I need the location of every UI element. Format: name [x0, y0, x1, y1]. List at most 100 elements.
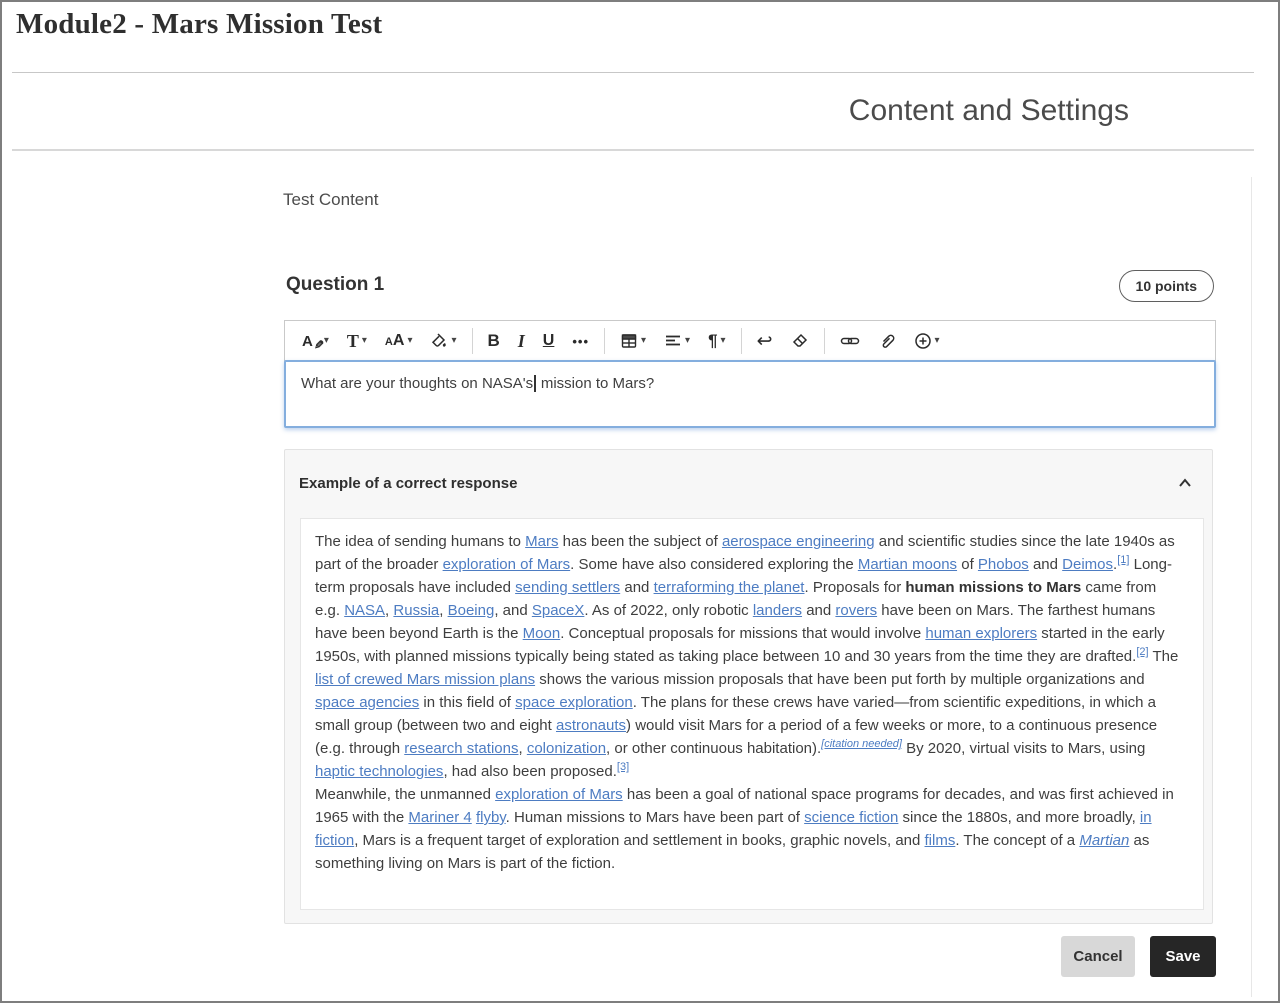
inline-link[interactable]: colonization: [527, 740, 606, 757]
question-title: Question 1: [286, 274, 384, 296]
inline-link[interactable]: exploration of Mars: [495, 786, 623, 803]
points-badge-label: 10 points: [1136, 278, 1197, 294]
inline-link[interactable]: Mars: [525, 533, 558, 550]
undo-icon: ↩: [757, 332, 773, 351]
text-segment: . Proposals for: [804, 579, 905, 596]
inline-link[interactable]: Deimos: [1062, 556, 1113, 573]
inline-link[interactable]: science fiction: [804, 809, 898, 826]
toolbar-separator: [472, 328, 473, 354]
inline-link[interactable]: [1]: [1117, 554, 1129, 566]
eraser-button[interactable]: [782, 325, 818, 357]
inline-link[interactable]: Mariner 4: [408, 809, 471, 826]
scrollbar-track[interactable]: [1251, 177, 1252, 997]
text-segment: and: [620, 579, 653, 596]
paragraph-icon: ¶: [708, 331, 717, 351]
inline-link[interactable]: aerospace engineering: [722, 533, 875, 550]
alignment-button[interactable]: ▾: [655, 325, 699, 357]
inline-link[interactable]: Martian moons: [858, 556, 957, 573]
text-segment: . The concept of a: [955, 832, 1079, 849]
text-segment: shows the various mission proposals that…: [535, 671, 1145, 688]
points-badge[interactable]: 10 points: [1119, 270, 1214, 302]
text-segment: The: [1149, 648, 1179, 665]
text-segment: , had also been proposed.: [443, 763, 616, 780]
chevron-down-icon: ▾: [324, 336, 329, 346]
chevron-down-icon: ▾: [362, 336, 367, 346]
fill-color-icon: [430, 332, 448, 350]
undo-button[interactable]: ↩: [748, 325, 782, 357]
plus-circle-icon: [914, 332, 932, 350]
text-segment: ,: [439, 602, 447, 619]
inline-link[interactable]: human explorers: [925, 625, 1037, 642]
inline-link[interactable]: list of crewed Mars mission plans: [315, 671, 535, 688]
save-button[interactable]: Save: [1150, 936, 1216, 977]
text-segment: . Conceptual proposals for missions that…: [560, 625, 925, 642]
example-response-panel: Example of a correct response The idea o…: [284, 449, 1213, 924]
inline-link[interactable]: space exploration: [515, 694, 633, 711]
underline-button[interactable]: U: [534, 325, 564, 357]
font-family-button[interactable]: T ▾: [338, 325, 376, 357]
text-segment: , Mars is a frequent target of explorati…: [354, 832, 924, 849]
inline-link[interactable]: [2]: [1136, 646, 1148, 658]
attachment-button[interactable]: [869, 325, 905, 357]
bold-button[interactable]: B: [479, 325, 509, 357]
toolbar-separator: [604, 328, 605, 354]
more-options-button[interactable]: •••: [563, 325, 598, 357]
insert-table-button[interactable]: ▾: [611, 325, 655, 357]
toolbar-separator: [741, 328, 742, 354]
inline-link[interactable]: terraforming the planet: [654, 579, 805, 596]
text-style-icon: A✎: [302, 333, 321, 350]
inline-link[interactable]: Phobos: [978, 556, 1029, 573]
text-segment: of: [957, 556, 978, 573]
fill-color-button[interactable]: ▾: [421, 325, 465, 357]
inline-link[interactable]: flyby: [476, 809, 506, 826]
inline-link[interactable]: astronauts: [556, 717, 626, 734]
text-segment: and: [802, 602, 835, 619]
inline-link[interactable]: films: [925, 832, 956, 849]
text-segment: since the 1880s, and more broadly,: [898, 809, 1140, 826]
inline-link[interactable]: sending settlers: [515, 579, 620, 596]
insert-content-button[interactable]: ▾: [905, 325, 949, 357]
more-options-icon: •••: [572, 334, 589, 349]
text-segment: . As of 2022, only robotic: [584, 602, 752, 619]
inline-link[interactable]: NASA: [344, 602, 385, 619]
chevron-down-icon: ▾: [721, 336, 726, 346]
text-style-button[interactable]: A✎ ▾: [293, 325, 338, 357]
inline-link[interactable]: landers: [753, 602, 802, 619]
inline-link[interactable]: Russia: [393, 602, 439, 619]
question-text-editor[interactable]: What are your thoughts on NASA's mission…: [284, 360, 1216, 428]
inline-link[interactable]: rovers: [835, 602, 877, 619]
paragraph-button[interactable]: ¶ ▾: [699, 325, 735, 357]
inline-link[interactable]: SpaceX: [532, 602, 585, 619]
inline-link[interactable]: research stations: [404, 740, 518, 757]
text-segment: The idea of sending humans to: [315, 533, 525, 550]
text-segment: has been the subject of: [558, 533, 721, 550]
example-response-panel-header[interactable]: Example of a correct response: [285, 450, 1212, 516]
chevron-down-icon: ▾: [407, 336, 412, 346]
example-response-panel-title: Example of a correct response: [299, 475, 517, 492]
paperclip-icon: [878, 332, 896, 350]
editor-text-before-cursor: What are your thoughts on NASA's: [301, 375, 533, 392]
inline-link[interactable]: Moon: [523, 625, 561, 642]
inline-link[interactable]: Boeing: [448, 602, 495, 619]
font-size-button[interactable]: AA ▾: [376, 325, 422, 357]
cancel-button[interactable]: Cancel: [1061, 936, 1135, 977]
text-segment: in this field of: [419, 694, 515, 711]
chevron-down-icon: ▾: [685, 336, 690, 346]
italic-button[interactable]: I: [509, 325, 534, 357]
chevron-up-icon[interactable]: [1176, 476, 1194, 490]
inline-link[interactable]: space agencies: [315, 694, 419, 711]
inline-link[interactable]: [3]: [617, 761, 629, 773]
insert-link-button[interactable]: [831, 325, 869, 357]
inline-link[interactable]: haptic technologies: [315, 763, 443, 780]
inline-link[interactable]: exploration of Mars: [443, 556, 571, 573]
inline-link[interactable]: Martian: [1079, 832, 1129, 849]
text-segment: Meanwhile, the unmanned: [315, 786, 495, 803]
inline-link[interactable]: [citation needed]: [821, 738, 902, 750]
chevron-down-icon: ▾: [451, 336, 456, 346]
font-family-icon: T: [347, 331, 359, 352]
section-title: Content and Settings: [849, 94, 1129, 128]
text-segment: . Some have also considered exploring th…: [570, 556, 858, 573]
text-segment: human missions to Mars: [905, 579, 1081, 596]
example-response-paragraph: The idea of sending humans to Mars has b…: [315, 530, 1183, 783]
rich-text-toolbar: A✎ ▾ T ▾ AA ▾ ▾ B I U •••: [284, 320, 1216, 361]
